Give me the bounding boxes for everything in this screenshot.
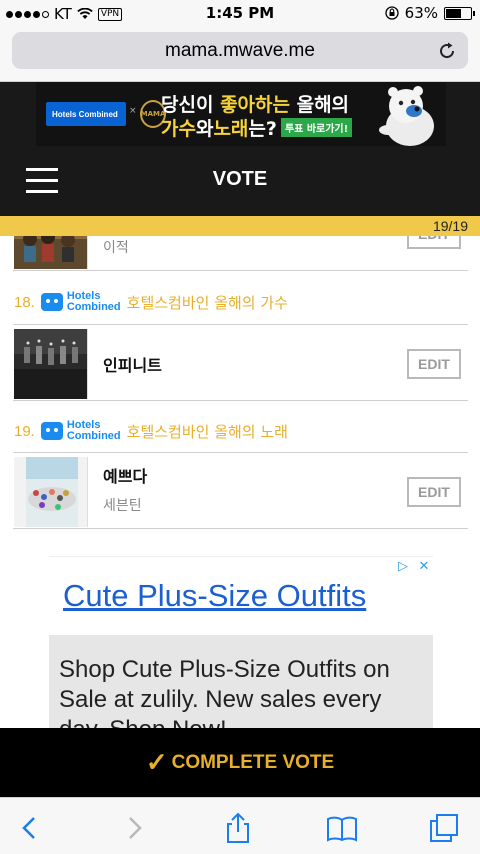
reload-icon[interactable] bbox=[436, 40, 458, 62]
list-item: 예쁘다 세븐틴 EDIT bbox=[13, 452, 468, 529]
complete-vote-label: COMPLETE VOTE bbox=[171, 751, 335, 773]
category-header: 19. Hotels Combined 호텔스컴바인 올해의 노래 bbox=[14, 419, 288, 443]
vote-list: 이적 EDIT 18. HotelsCombined 호텔스컴바인 올해의 가수 bbox=[0, 236, 480, 556]
status-right: 63% bbox=[385, 4, 475, 22]
banner-sponsor-logo: Hotels Combined bbox=[46, 102, 126, 126]
item-title: 예쁘다 bbox=[103, 467, 148, 486]
banner-cta-button[interactable]: 투표 바로가기! bbox=[280, 118, 353, 137]
banner-text-part: 는? bbox=[248, 118, 277, 140]
ad-headline-link[interactable]: Cute Plus-Size Outfits bbox=[63, 578, 366, 614]
item-artist: 이적 bbox=[103, 240, 129, 256]
site-header: Hotels Combined × MAMA 당신이 좋아하는 올해의 가수 와 … bbox=[0, 82, 480, 216]
ad-body-text[interactable]: Shop Cute Plus-Size Outfits on Sale at z… bbox=[49, 635, 433, 728]
sponsor-line2: Combined bbox=[66, 301, 121, 313]
banner-text-highlight: 가수 bbox=[161, 118, 196, 140]
sponsor-text: Hotels Combined bbox=[67, 291, 121, 313]
sponsor-text: Hotels Combined bbox=[67, 420, 121, 442]
forward-icon[interactable] bbox=[118, 812, 150, 844]
banner-logo-text: Hotels Combined bbox=[52, 109, 118, 119]
category-number: 19. bbox=[14, 422, 35, 440]
list-item: 인피니트 EDIT bbox=[13, 324, 468, 401]
nav-bar: VOTE bbox=[0, 146, 480, 216]
hotels-combined-icon bbox=[40, 422, 63, 440]
item-photo bbox=[14, 329, 88, 399]
url-text: mama.mwave.me bbox=[165, 39, 315, 61]
banner-times-icon: × bbox=[129, 106, 137, 116]
banner-text-part: 올해의 bbox=[289, 94, 350, 116]
rotation-lock-icon bbox=[385, 6, 399, 20]
category-label: 호텔스컴바인 올해의 가수 bbox=[126, 293, 288, 312]
item-artist: 세븐틴 bbox=[103, 498, 142, 514]
ad-top-bar: ▷ ✕ bbox=[49, 556, 433, 576]
banner-headline-2: 가수 와 노래 는? 투표 바로가기! bbox=[161, 114, 353, 141]
promo-banner[interactable]: Hotels Combined × MAMA 당신이 좋아하는 올해의 가수 와 … bbox=[36, 82, 446, 146]
battery-percent: 63% bbox=[404, 4, 438, 22]
sponsor-line2: Combined bbox=[66, 430, 121, 442]
back-icon[interactable] bbox=[14, 812, 46, 844]
category-header: 18. Hotels Combined 호텔스컴바인 올해의 가수 bbox=[14, 290, 288, 314]
photo-icon bbox=[14, 457, 87, 527]
list-item: 이적 EDIT bbox=[13, 236, 468, 271]
item-title: 인피니트 bbox=[103, 356, 162, 375]
photo-icon bbox=[14, 236, 87, 269]
battery-fill bbox=[446, 8, 462, 18]
sponsor-logo: Hotels Combined bbox=[40, 420, 121, 442]
browser-bar: mama.mwave.me bbox=[0, 27, 480, 82]
ad-close-icon[interactable]: ✕ bbox=[415, 557, 433, 575]
edit-button[interactable]: EDIT bbox=[407, 477, 461, 507]
checkmark-icon: ✓ bbox=[145, 747, 168, 777]
status-bar: KT VPN 1:45 PM 63% bbox=[0, 0, 480, 27]
page-title: VOTE bbox=[212, 168, 268, 190]
banner-text-highlight: 노래 bbox=[213, 118, 249, 140]
edit-button[interactable]: EDIT bbox=[407, 236, 461, 249]
progress-count: 19/19 bbox=[432, 218, 468, 234]
page: KT VPN 1:45 PM 63% mama.mwave.me Hotels … bbox=[0, 0, 480, 854]
ad-choices: ▷ ✕ bbox=[394, 557, 433, 575]
banner-text-highlight: 좋아하는 bbox=[220, 94, 290, 116]
battery-icon bbox=[444, 6, 475, 20]
banner-text-part: 와 bbox=[195, 118, 214, 140]
edit-button[interactable]: EDIT bbox=[407, 349, 461, 379]
share-icon[interactable] bbox=[222, 812, 254, 844]
hotels-combined-icon bbox=[40, 293, 63, 311]
bookmarks-icon[interactable] bbox=[326, 812, 358, 844]
vote-progress: 19/19 bbox=[0, 216, 480, 236]
ad-unit[interactable]: ▷ ✕ Cute Plus-Size Outfits Shop Cute Plu… bbox=[49, 556, 433, 728]
url-field[interactable]: mama.mwave.me bbox=[12, 32, 468, 69]
tabs-icon[interactable] bbox=[428, 812, 460, 844]
photo-icon bbox=[14, 329, 87, 399]
progress-fill bbox=[0, 216, 480, 236]
banner-headline-1: 당신이 좋아하는 올해의 bbox=[161, 90, 349, 117]
item-photo bbox=[14, 236, 88, 269]
browser-toolbar bbox=[0, 797, 480, 854]
complete-vote-button[interactable]: ✓ COMPLETE VOTE bbox=[0, 728, 480, 797]
ad-choices-icon[interactable]: ▷ bbox=[394, 557, 412, 575]
item-photo bbox=[14, 457, 88, 527]
category-number: 18. bbox=[14, 293, 35, 311]
bear-mascot-icon bbox=[379, 86, 434, 146]
sponsor-logo: Hotels Combined bbox=[40, 291, 121, 313]
banner-text-part: 당신이 bbox=[161, 94, 221, 116]
category-label: 호텔스컴바인 올해의 노래 bbox=[126, 422, 288, 441]
